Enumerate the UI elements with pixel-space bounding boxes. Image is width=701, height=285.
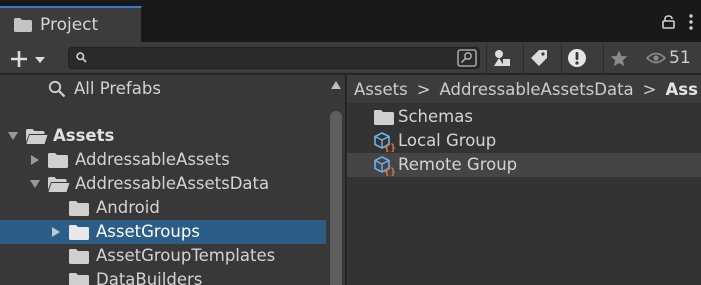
tree-item-label: Android [96, 198, 160, 217]
window-tab-bar: Project [0, 0, 701, 42]
tree-item-label: AssetGroups [96, 222, 200, 241]
asset-item-local-group[interactable]: {} Local Group [347, 129, 701, 153]
label-filter-button[interactable] [523, 43, 553, 73]
hidden-packages-toggle[interactable]: 51 [646, 46, 691, 70]
eye-icon [646, 52, 666, 64]
breadcrumb-item[interactable]: AddressableAssetsData [440, 80, 634, 99]
tree-item-addressableassetsdata[interactable]: AddressableAssetsData [0, 172, 326, 196]
asset-item-label: Schemas [398, 107, 473, 126]
asset-item-remote-group[interactable]: {} Remote Group [347, 153, 701, 177]
favorite-button[interactable] [603, 43, 633, 73]
tree-item-label: AssetGroupTemplates [96, 246, 276, 265]
type-filter-button[interactable] [486, 43, 516, 73]
folder-icon [69, 225, 89, 240]
type-filter-icon [493, 50, 510, 66]
label-filter-icon [530, 50, 547, 66]
breadcrumb-separator: > [642, 79, 657, 99]
tab-title: Project [40, 15, 99, 35]
tree-item-label: AddressableAssets [75, 150, 230, 169]
favorite-icon [610, 50, 627, 66]
tree-item-all-prefabs[interactable]: All Prefabs [0, 77, 326, 101]
chevron-right-icon[interactable] [51, 227, 61, 237]
folder-icon [69, 273, 89, 285]
create-dropdown-button[interactable] [8, 48, 50, 70]
lock-icon[interactable] [662, 15, 675, 29]
addressable-group-icon: {} [374, 156, 396, 176]
chevron-down-icon [35, 57, 45, 63]
chevron-right-icon[interactable] [30, 155, 40, 165]
search-icon [48, 80, 66, 98]
folder-icon [374, 110, 394, 125]
asset-item-label: Local Group [398, 131, 497, 150]
folder-icon [48, 153, 68, 168]
addressable-group-icon: {} [374, 132, 396, 152]
breadcrumb-item-current[interactable]: Ass [665, 80, 697, 99]
folder-open-icon [26, 129, 48, 144]
plus-icon [11, 51, 27, 67]
tree-item-label: All Prefabs [74, 79, 161, 98]
tree-item-android[interactable]: Android [0, 196, 326, 220]
scrollbar-thumb[interactable] [330, 111, 342, 285]
breadcrumb: Assets > AddressableAssetsData > Ass [347, 75, 701, 103]
folder-open-icon [48, 177, 70, 192]
folder-icon [69, 249, 89, 264]
scroll-up-arrow-icon[interactable] [331, 81, 341, 89]
search-scope-icon[interactable] [457, 49, 477, 67]
asset-item-label: Remote Group [398, 155, 518, 174]
warning-filter-button[interactable] [561, 43, 591, 73]
tree-item-assetgrouptemplates[interactable]: AssetGroupTemplates [0, 244, 326, 268]
tree-item-assetgroups[interactable]: AssetGroups [0, 220, 326, 244]
folder-icon [69, 201, 89, 216]
tree-item-addressableassets[interactable]: AddressableAssets [0, 148, 326, 172]
tree-item-label: Assets [53, 126, 115, 145]
chevron-down-icon[interactable] [8, 131, 18, 141]
folder-contents-panel: Assets > AddressableAssetsData > Ass Sch… [347, 75, 701, 285]
tree-item-databuilders[interactable]: DataBuilders [0, 268, 326, 285]
folder-icon [14, 18, 32, 32]
svg-text:{}: {} [384, 143, 396, 152]
asset-item-schemas[interactable]: Schemas [347, 105, 701, 129]
search-icon [76, 52, 87, 63]
tree-item-label: AddressableAssetsData [75, 174, 270, 193]
warning-filter-icon [567, 49, 586, 67]
search-input[interactable] [68, 47, 480, 69]
breadcrumb-separator: > [416, 79, 431, 99]
project-tab[interactable]: Project [0, 6, 142, 42]
tree-scrollbar[interactable] [326, 75, 345, 285]
svg-text:{}: {} [384, 167, 396, 176]
project-toolbar: 51 [0, 42, 701, 74]
hidden-count: 51 [669, 48, 691, 68]
chevron-down-icon[interactable] [30, 179, 40, 189]
folder-tree-panel: All Prefabs Assets AddressableAssets Add… [0, 75, 346, 285]
tree-item-assets[interactable]: Assets [0, 124, 326, 148]
more-menu-icon[interactable] [689, 14, 693, 30]
breadcrumb-item[interactable]: Assets [354, 80, 408, 99]
tree-item-label: DataBuilders [96, 270, 203, 285]
